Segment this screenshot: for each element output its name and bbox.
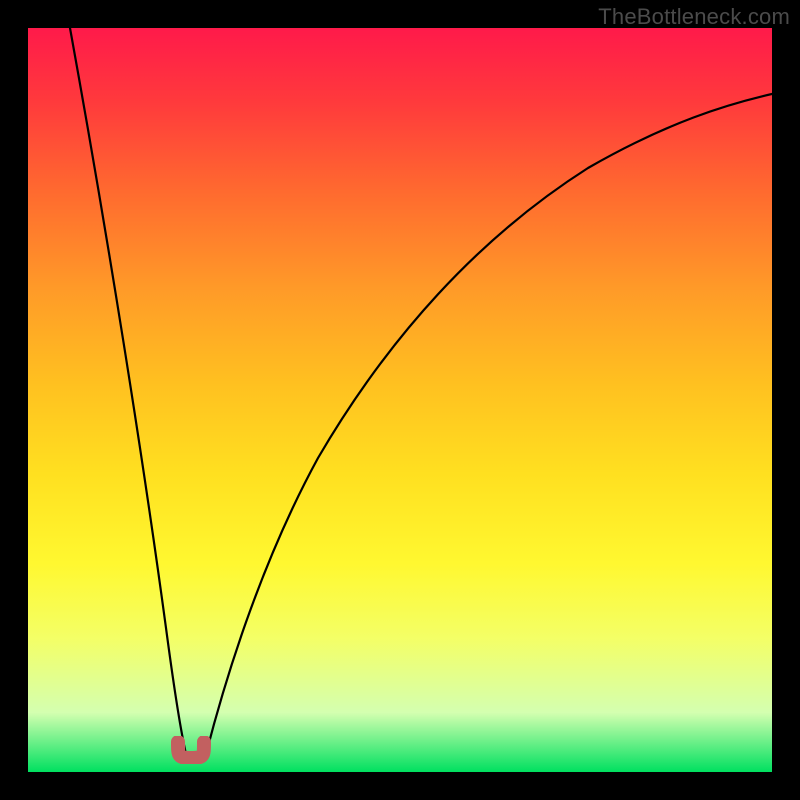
curve-left — [70, 28, 186, 754]
curve-right — [206, 94, 772, 754]
outer-frame: TheBottleneck.com — [0, 0, 800, 800]
plot-area — [28, 28, 772, 772]
optimal-marker-icon — [170, 736, 212, 764]
watermark-text: TheBottleneck.com — [598, 4, 790, 30]
optimal-marker — [170, 736, 212, 764]
curve-layer — [28, 28, 772, 772]
